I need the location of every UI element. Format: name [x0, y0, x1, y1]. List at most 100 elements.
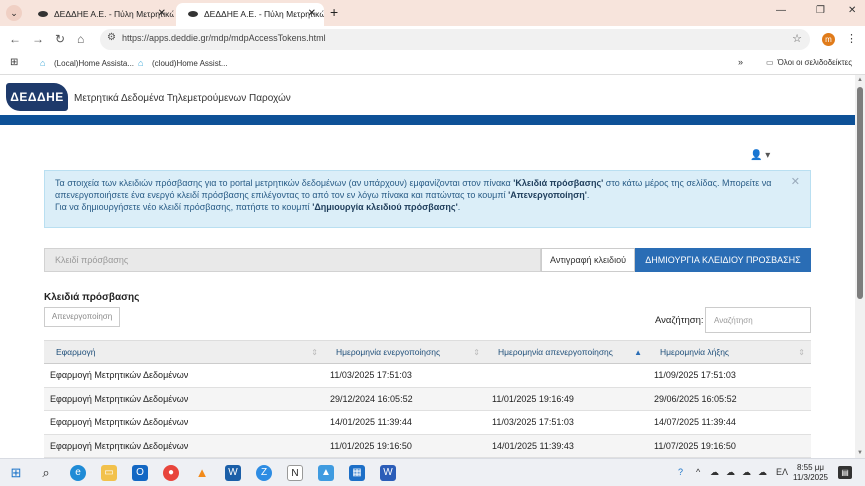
cell-activation-date: 29/12/2024 16:05:52 — [330, 393, 413, 404]
zoom-icon[interactable]: Z — [256, 465, 272, 481]
caret-down-icon: ▾ — [765, 150, 771, 161]
forward-icon[interactable]: → — [32, 32, 44, 46]
bookmark-local-home-assistant[interactable]: ⌂ (Local)Home Assista... — [40, 58, 134, 68]
sort-ascending-icon: ▲ — [634, 348, 642, 357]
close-tab-icon[interactable]: ✕ — [308, 8, 316, 19]
cell-expiry-date: 11/07/2025 19:16:50 — [654, 440, 736, 451]
folder-icon: ▭ — [766, 58, 774, 67]
browser-tab-1[interactable]: ΔΕΔΔΗΕ Α.Ε. - Πύλη Μετρητικώ ✕ — [26, 3, 174, 26]
site-favicon-icon — [38, 11, 48, 17]
new-tab-icon[interactable]: + — [330, 4, 338, 20]
file-explorer-icon[interactable]: ▭ — [101, 465, 117, 481]
cloud-icon[interactable]: ☁ — [726, 467, 735, 478]
help-icon[interactable]: ? — [678, 467, 683, 477]
create-token-button[interactable]: ΔΗΜΙΟΥΡΓΙΑ ΚΛΕΙΔΙΟΥ ΠΡΟΣΒΑΣΗΣ — [635, 248, 811, 272]
search-icon[interactable]: ⌕ — [38, 465, 54, 481]
tab-title: ΔΕΔΔΗΕ Α.Ε. - Πύλη Μετρητικώ — [204, 9, 324, 19]
photos-icon[interactable]: ▲ — [318, 465, 334, 481]
column-header-activation-date[interactable]: Ημερομηνία ενεργοποίησης ⇕ — [324, 341, 486, 363]
cell-activation-date: 11/03/2025 17:51:03 — [330, 370, 412, 380]
bookmark-cloud-home-assistant[interactable]: ⌂ (cloud)Home Assist... — [138, 58, 228, 68]
home-assistant-icon: ⌂ — [138, 58, 144, 68]
cell-activation-date: 11/01/2025 19:16:50 — [330, 440, 412, 451]
edge-icon[interactable]: e — [70, 465, 86, 481]
store-icon[interactable]: ▦ — [349, 465, 365, 481]
tab-title: ΔΕΔΔΗΕ Α.Ε. - Πύλη Μετρητικώ — [54, 9, 174, 19]
browser-toolbar: ← → ↻ ⌂ ⚙ https://apps.deddie.gr/mdp/mdp… — [0, 26, 865, 53]
table-header: Εφαρμογή ⇕ Ημερομηνία ενεργοποίησης ⇕ Ημερ… — [44, 340, 811, 364]
reload-icon[interactable]: ↻ — [55, 32, 65, 46]
profile-avatar[interactable]: m — [822, 33, 835, 46]
home-icon[interactable]: ⌂ — [77, 32, 84, 46]
system-clock[interactable]: 8:55 μμ 11/3/2025 — [793, 463, 828, 483]
back-icon[interactable]: ← — [9, 32, 21, 46]
apps-grid-icon[interactable]: ⊞ — [10, 57, 18, 68]
bookmark-star-icon[interactable]: ☆ — [792, 32, 802, 45]
site-info-icon[interactable]: ⚙ — [107, 32, 116, 43]
cloud-icon[interactable]: ☁ — [758, 467, 767, 478]
browser-tab-2[interactable]: ΔΕΔΔΗΕ Α.Ε. - Πύλη Μετρητικώ ✕ — [176, 3, 324, 26]
column-header-expiry-date[interactable]: Ημερομηνία λήξης ⇕ — [648, 341, 811, 363]
deactivate-button[interactable]: Απενεργοποίηση — [44, 307, 120, 327]
user-icon: 👤 — [750, 150, 763, 161]
notifications-icon[interactable]: ▤ — [838, 466, 852, 479]
column-header-deactivation-date[interactable]: Ημερομηνία απενεργοποίησης ▲ — [486, 341, 648, 363]
access-tokens-table: Εφαρμογή ⇕ Ημερομηνία ενεργοποίησης ⇕ Ημερ… — [44, 340, 811, 458]
window-close-icon[interactable]: ✕ — [848, 5, 856, 16]
cloud-icon[interactable]: ☁ — [742, 467, 751, 478]
page-scrollbar[interactable]: ▲ ▼ — [855, 75, 865, 458]
close-tab-icon[interactable]: ✕ — [158, 8, 166, 19]
tab-search-button[interactable]: ⌄ — [6, 5, 22, 21]
restore-icon[interactable]: ❐ — [816, 5, 825, 16]
cell-application: Εφαρμογή Μετρητικών Δεδομένων — [50, 393, 189, 404]
sort-icon: ⇕ — [798, 348, 805, 357]
table-row[interactable]: Εφαρμογή Μετρητικών Δεδομένων 14/01/2025… — [44, 411, 811, 435]
info-alert: Τα στοιχεία των κλειδιών πρόσβασης για τ… — [44, 170, 811, 228]
search-input[interactable]: Αναζήτηση — [705, 307, 811, 333]
deddie-logo[interactable]: ΔΕΔΔΗΕ — [6, 83, 68, 111]
browser-tab-strip: ⌄ ΔΕΔΔΗΕ Α.Ε. - Πύλη Μετρητικώ ✕ ΔΕΔΔΗΕ … — [0, 0, 865, 26]
column-header-application[interactable]: Εφαρμογή ⇕ — [44, 341, 324, 363]
cell-application: Εφαρμογή Μετρητικών Δεδομένων — [50, 440, 189, 451]
windows-start-icon[interactable]: ⊞ — [8, 465, 24, 481]
table-row[interactable]: Εφαρμογή Μετρητικών Δεδομένων 29/12/2024… — [44, 387, 811, 411]
cell-deactivation-date: 11/03/2025 17:51:03 — [492, 417, 574, 427]
web-page: ΔΕΔΔΗΕ Μετρητικά Δεδομένα Τηλεμετρούμενω… — [0, 75, 855, 458]
browser-menu-icon[interactable]: ⋮ — [846, 32, 857, 45]
notion-icon[interactable]: N — [287, 465, 303, 481]
address-bar[interactable]: ⚙ https://apps.deddie.gr/mdp/mdpAccessTo… — [100, 29, 810, 50]
scroll-up-icon[interactable]: ▲ — [857, 77, 863, 83]
minimize-icon[interactable]: — — [776, 5, 786, 16]
sort-icon: ⇕ — [473, 348, 480, 357]
site-title: Μετρητικά Δεδομένα Τηλεμετρούμενων Παροχ… — [74, 93, 291, 104]
scrollbar-thumb[interactable] — [857, 87, 863, 299]
table-row[interactable]: Εφαρμογή Μετρητικών Δεδομένων 11/03/2025… — [44, 364, 811, 388]
cell-activation-date: 14/01/2025 11:39:44 — [330, 417, 412, 427]
copy-token-button[interactable]: Αντιγραφή κλειδιού — [541, 248, 635, 272]
more-bookmarks-icon[interactable]: » — [738, 57, 743, 67]
cell-expiry-date: 29/06/2025 16:05:52 — [654, 393, 737, 404]
outlook-icon[interactable]: O — [132, 465, 148, 481]
cell-deactivation-date — [486, 364, 648, 387]
site-favicon-icon — [188, 11, 198, 17]
all-bookmarks-folder[interactable]: ▭ Όλοι οι σελιδοδείκτες — [766, 58, 852, 67]
clock-time: 8:55 μμ — [796, 463, 824, 472]
url-text: https://apps.deddie.gr/mdp/mdpAccessToke… — [122, 33, 326, 43]
access-token-field[interactable]: Κλειδί πρόσβασης — [44, 248, 541, 272]
cell-deactivation-date: 11/01/2025 19:16:49 — [492, 393, 574, 404]
app-icon[interactable]: W — [225, 465, 241, 481]
vlc-icon[interactable]: ▲ — [194, 465, 210, 481]
cell-expiry-date: 14/07/2025 11:39:44 — [654, 417, 736, 427]
scroll-down-icon[interactable]: ▼ — [857, 450, 863, 456]
chevron-up-icon[interactable]: ^ — [696, 467, 700, 477]
sort-icon: ⇕ — [311, 348, 318, 357]
cloud-icon[interactable]: ☁ — [710, 467, 719, 478]
alert-close-icon[interactable]: ✕ — [791, 176, 800, 188]
word-icon[interactable]: W — [380, 465, 396, 481]
cell-application: Εφαρμογή Μετρητικών Δεδομένων — [50, 370, 189, 380]
chrome-icon[interactable]: ● — [163, 465, 179, 481]
user-menu[interactable]: 👤 ▾ — [750, 150, 770, 161]
language-indicator[interactable]: ΕΛ — [776, 467, 788, 477]
cell-deactivation-date: 14/01/2025 11:39:43 — [492, 440, 574, 451]
table-row[interactable]: Εφαρμογή Μετρητικών Δεδομένων 11/01/2025… — [44, 434, 811, 458]
